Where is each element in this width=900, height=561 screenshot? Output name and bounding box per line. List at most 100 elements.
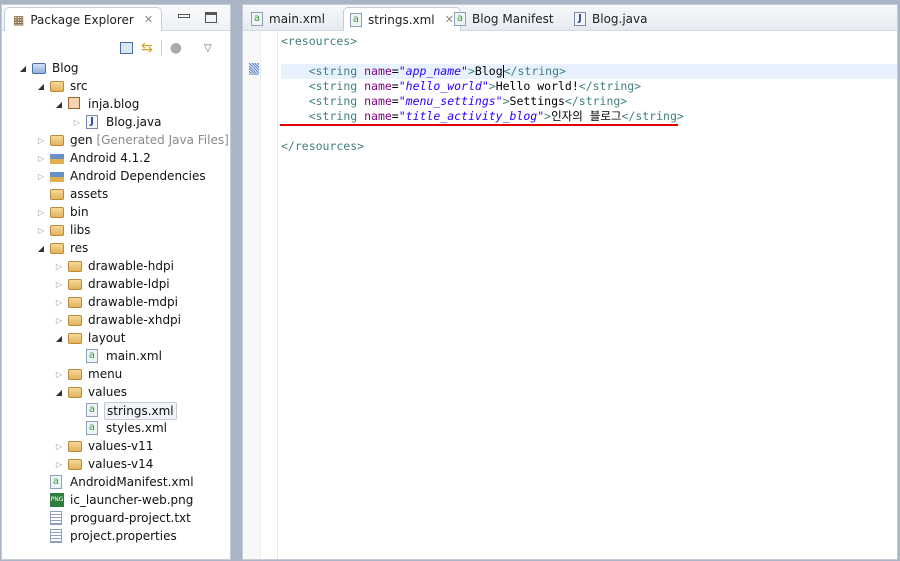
collapsed-arrow-icon[interactable]: ▷ <box>36 208 46 217</box>
expanded-arrow-icon[interactable]: ◢ <box>54 100 64 109</box>
tree-item-blog-java[interactable]: ▷ J Blog.java <box>2 113 230 131</box>
tree-item-android-dependencies[interactable]: ▷ Android Dependencies <box>2 167 230 185</box>
tree-item-values-v14[interactable]: ▷ values-v14 <box>2 455 230 473</box>
tree-item-main-xml[interactable]: a main.xml <box>2 347 230 365</box>
code-token: "title_activity_blog" <box>398 109 545 123</box>
code-token: name <box>364 79 392 93</box>
xml-source-editor[interactable]: <resources> <string name="app_name">Blog… <box>281 34 897 154</box>
editor-tab-strings-xml[interactable]: a strings.xml ✕ <box>343 7 461 31</box>
collapsed-arrow-icon[interactable]: ▷ <box>54 316 64 325</box>
tree-item-proguard-project-txt[interactable]: proguard-project.txt <box>2 509 230 527</box>
tree-item-bin[interactable]: ▷ bin <box>2 203 230 221</box>
view-tab-bar: ▦ Package Explorer ✕ <box>2 5 230 31</box>
tree-item-label: layout <box>86 330 127 346</box>
tab-label: strings.xml <box>368 12 435 27</box>
collapsed-arrow-icon[interactable]: ▷ <box>54 298 64 307</box>
tree-item-layout[interactable]: ◢ layout <box>2 329 230 347</box>
expanded-arrow-icon[interactable]: ◢ <box>36 82 46 91</box>
label-text: layout <box>88 331 126 345</box>
tree-item-drawable-mdpi[interactable]: ▷ drawable-mdpi <box>2 293 230 311</box>
code-token: <string <box>308 109 365 123</box>
code-token: Settings <box>509 94 565 108</box>
package-explorer-tab[interactable]: ▦ Package Explorer ✕ <box>4 7 163 31</box>
code-token: "hello_world" <box>398 79 489 93</box>
view-menu-icon[interactable]: ▽ <box>204 43 212 54</box>
collapsed-arrow-icon[interactable]: ▷ <box>54 370 64 379</box>
code-token: Hello world! <box>495 79 579 93</box>
collapsed-arrow-icon[interactable]: ▷ <box>36 226 46 235</box>
editor-tab-blog-java[interactable]: J Blog.java <box>568 7 653 31</box>
toolbar-separator <box>160 40 162 56</box>
editor-tab-main-xml[interactable]: a main.xml <box>245 7 331 31</box>
library-icon <box>50 154 64 164</box>
view-title: Package Explorer <box>30 12 134 27</box>
tree-item-menu[interactable]: ▷ menu <box>2 365 230 383</box>
java-file-icon: J <box>574 12 586 26</box>
filter-icon[interactable]: ● <box>170 40 182 56</box>
expanded-arrow-icon[interactable]: ◢ <box>18 64 28 73</box>
tree-item-label: menu <box>86 366 124 382</box>
tree-item-androidmanifest-xml[interactable]: a AndroidManifest.xml <box>2 473 230 491</box>
tree-item-drawable-xhdpi[interactable]: ▷ drawable-xhdpi <box>2 311 230 329</box>
collapsed-arrow-icon[interactable]: ▷ <box>36 154 46 163</box>
source-folder-icon <box>50 135 64 146</box>
folder-icon <box>68 333 82 344</box>
maximize-button[interactable] <box>205 12 217 23</box>
collapsed-arrow-icon[interactable]: ▷ <box>36 172 46 181</box>
tree-item-values[interactable]: ◢ values <box>2 383 230 401</box>
tree-item-gen[interactable]: ▷ gen [Generated Java Files] <box>2 131 230 149</box>
expanded-arrow-icon[interactable]: ◢ <box>54 334 64 343</box>
tree-item-project-properties[interactable]: project.properties <box>2 527 230 545</box>
code-token: </string> <box>621 109 684 123</box>
tree-item-values-v11[interactable]: ▷ values-v11 <box>2 437 230 455</box>
expanded-arrow-icon[interactable]: ◢ <box>36 244 46 253</box>
code-line: <string name="app_name">Blog</string> <box>281 64 897 79</box>
tree-item-drawable-ldpi[interactable]: ▷ drawable-ldpi <box>2 275 230 293</box>
tree-item-drawable-hdpi[interactable]: ▷ drawable-hdpi <box>2 257 230 275</box>
folder-icon <box>68 369 82 380</box>
code-line: <string name="menu_settings">Settings</s… <box>281 94 897 109</box>
tree-item-ic-launcher-web-png[interactable]: PNG ic_launcher-web.png <box>2 491 230 509</box>
tree-item-assets[interactable]: assets <box>2 185 230 203</box>
editor-area: a main.xml a strings.xml ✕ a Blog Manifest J Blo… <box>242 4 898 560</box>
tree-item-styles-xml[interactable]: a styles.xml <box>2 419 230 437</box>
tree-item-libs[interactable]: ▷ libs <box>2 221 230 239</box>
code-token: </string> <box>564 94 628 108</box>
tree-item-res[interactable]: ◢ res <box>2 239 230 257</box>
editor-tab-blog-manifest[interactable]: a Blog Manifest <box>448 7 560 31</box>
tree-item-inja-blog[interactable]: ◢ inja.blog <box>2 95 230 113</box>
tree-item-strings-xml[interactable]: a strings.xml <box>2 401 230 420</box>
tree-item-android-4-1-2[interactable]: ▷ Android 4.1.2 <box>2 149 230 167</box>
folder-icon <box>50 243 64 254</box>
collapsed-arrow-icon[interactable]: ▷ <box>72 118 82 127</box>
label-text: AndroidManifest.xml <box>70 475 194 489</box>
label-text: project.properties <box>70 529 177 543</box>
code-token: = <box>391 109 399 123</box>
folder-icon <box>50 189 64 200</box>
collapsed-arrow-icon[interactable]: ▷ <box>54 280 64 289</box>
xml-file-icon: a <box>454 12 466 26</box>
label-text: drawable-ldpi <box>88 277 170 291</box>
link-with-editor-icon[interactable]: ⇆ <box>141 40 153 56</box>
code-token: <resources> <box>281 34 358 48</box>
close-icon[interactable]: ✕ <box>144 13 153 26</box>
expanded-arrow-icon[interactable]: ◢ <box>54 388 64 397</box>
minimize-button[interactable] <box>178 14 190 18</box>
folder-icon <box>68 297 82 308</box>
collapse-all-icon[interactable] <box>120 42 133 54</box>
tree-item-label: Android Dependencies <box>68 168 208 184</box>
source-folder-icon <box>50 81 64 92</box>
collapsed-arrow-icon[interactable]: ▷ <box>54 460 64 469</box>
collapsed-arrow-icon[interactable]: ▷ <box>54 442 64 451</box>
code-token: </resources> <box>281 139 365 153</box>
collapsed-arrow-icon[interactable]: ▷ <box>54 262 64 271</box>
collapsed-arrow-icon[interactable]: ▷ <box>36 136 46 145</box>
tree-item-src[interactable]: ◢ src <box>2 77 230 95</box>
tree-item-label: styles.xml <box>104 420 169 436</box>
code-line: <string name="title_activity_blog">인자의 블… <box>281 109 897 124</box>
tree-item-label: drawable-hdpi <box>86 258 176 274</box>
xml-file-icon: a <box>50 475 62 489</box>
tree-item-blog[interactable]: ◢ Blog <box>2 59 230 77</box>
code-token: > <box>467 64 475 78</box>
